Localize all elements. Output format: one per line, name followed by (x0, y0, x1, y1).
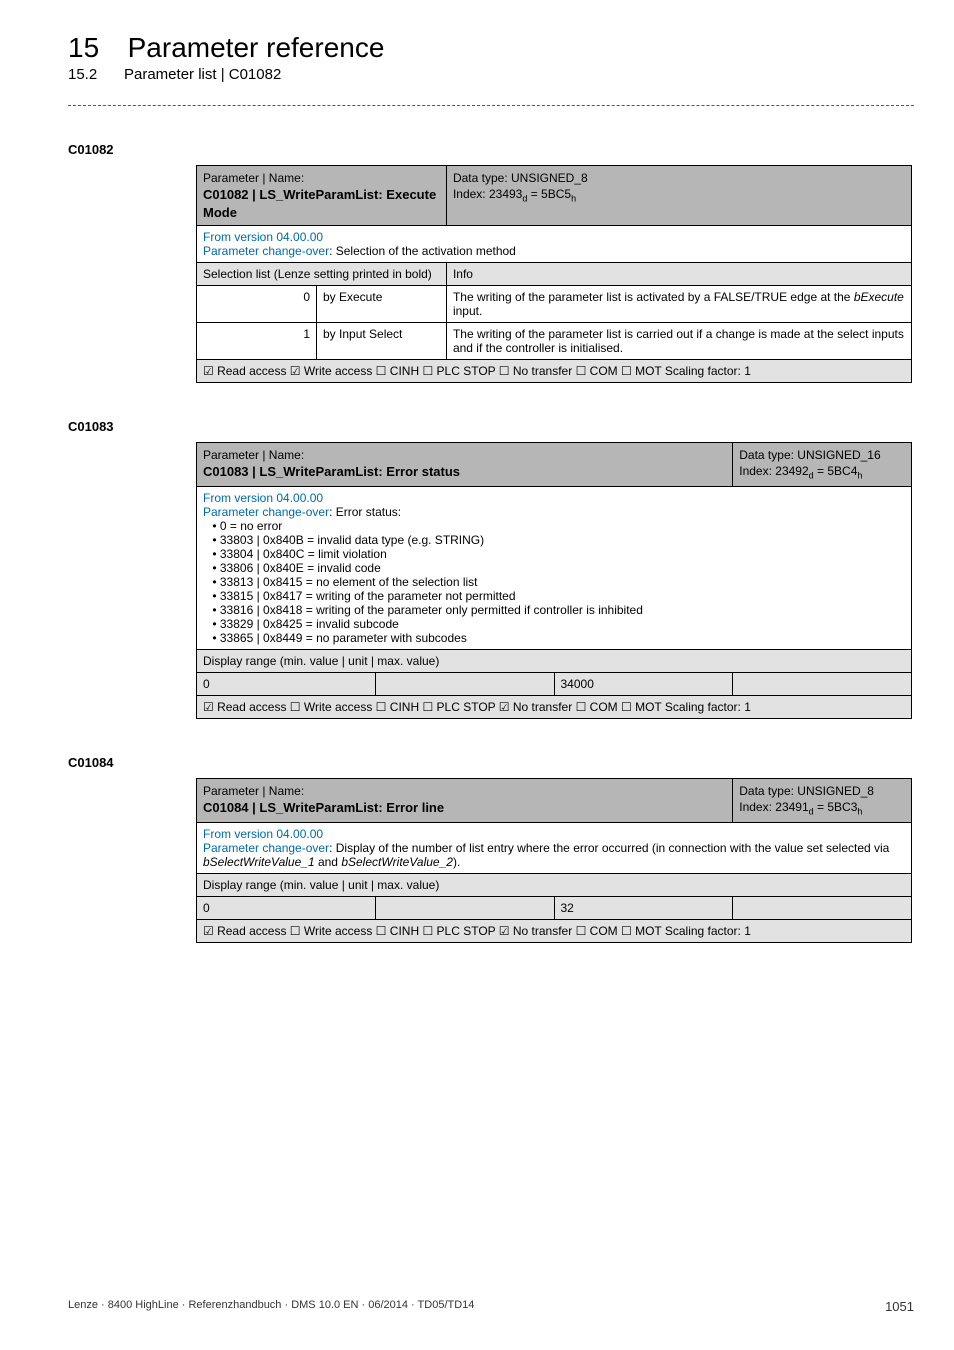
table-c01082: Parameter | Name: C01082 | LS_WriteParam… (196, 165, 912, 383)
param-label: Parameter | Name: (203, 784, 304, 798)
chapter-title: Parameter reference (128, 32, 385, 63)
pco-link[interactable]: Parameter change-over (203, 244, 329, 258)
table-c01083: Parameter | Name: C01083 | LS_WriteParam… (196, 442, 912, 719)
row-index: 1 (197, 323, 317, 360)
data-index: Index: 23491d = 5BC3h (739, 800, 862, 814)
max-value: 34000 (554, 673, 733, 696)
blank-cell (733, 673, 912, 696)
pco-text: : Error status: (329, 505, 401, 519)
blank-cell (733, 896, 912, 919)
max-value: 32 (554, 896, 733, 919)
from-version: From version 04.00.00 (203, 230, 323, 244)
data-type: Data type: UNSIGNED_8 (453, 171, 588, 185)
pco-link[interactable]: Parameter change-over (203, 505, 329, 519)
display-range-header: Display range (min. value | unit | max. … (197, 650, 912, 673)
param-name: C01082 | LS_WriteParamList: Execute Mode (203, 187, 436, 220)
unit-value (375, 896, 554, 919)
info-header: Info (446, 263, 911, 286)
pco-text: : Selection of the activation method (329, 244, 516, 258)
param-heading-c01084: C01084 (68, 755, 914, 770)
section-title: Parameter list | C01082 (124, 66, 281, 83)
min-value: 0 (197, 896, 376, 919)
param-label: Parameter | Name: (203, 448, 304, 462)
pco-link[interactable]: Parameter change-over (203, 841, 329, 855)
footer-text: Lenze · 8400 HighLine · Referenzhandbuch… (68, 1299, 474, 1314)
data-type: Data type: UNSIGNED_16 (739, 448, 880, 462)
from-version: From version 04.00.00 (203, 491, 323, 505)
param-heading-c01083: C01083 (68, 419, 914, 434)
from-version: From version 04.00.00 (203, 827, 323, 841)
access-footer: ☑ Read access ☑ Write access ☐ CINH ☐ PL… (197, 360, 912, 383)
data-index: Index: 23492d = 5BC4h (739, 464, 862, 478)
bullet: • 33829 | 0x8425 = invalid subcode (209, 617, 905, 631)
bullet: • 0 = no error (209, 519, 905, 533)
bullet: • 33816 | 0x8418 = writing of the parame… (209, 603, 905, 617)
param-label: Parameter | Name: (203, 171, 304, 185)
data-type: Data type: UNSIGNED_8 (739, 784, 874, 798)
param-name: C01083 | LS_WriteParamList: Error status (203, 464, 460, 479)
access-footer: ☑ Read access ☐ Write access ☐ CINH ☐ PL… (197, 919, 912, 942)
section-number: 15.2 (68, 66, 124, 83)
param-name: C01084 | LS_WriteParamList: Error line (203, 800, 444, 815)
bullet: • 33815 | 0x8417 = writing of the parame… (209, 589, 905, 603)
bullet: • 33804 | 0x840C = limit violation (209, 547, 905, 561)
chapter-number: 15 (68, 32, 124, 64)
display-range-header: Display range (min. value | unit | max. … (197, 873, 912, 896)
row-index: 0 (197, 286, 317, 323)
unit-value (375, 673, 554, 696)
row-value: by Execute (317, 286, 447, 323)
bullet: • 33806 | 0x840E = invalid code (209, 561, 905, 575)
selection-list-header: Selection list (Lenze setting printed in… (197, 263, 447, 286)
table-c01084: Parameter | Name: C01084 | LS_WriteParam… (196, 778, 912, 943)
min-value: 0 (197, 673, 376, 696)
bullet: • 33803 | 0x840B = invalid data type (e.… (209, 533, 905, 547)
bullet: • 33813 | 0x8415 = no element of the sel… (209, 575, 905, 589)
divider (68, 105, 914, 106)
param-heading-c01082: C01082 (68, 142, 914, 157)
row-value: by Input Select (317, 323, 447, 360)
page-number: 1051 (885, 1299, 914, 1314)
access-footer: ☑ Read access ☐ Write access ☐ CINH ☐ PL… (197, 696, 912, 719)
row-info: The writing of the parameter list is act… (446, 286, 911, 323)
row-info: The writing of the parameter list is car… (446, 323, 911, 360)
data-index: Index: 23493d = 5BC5h (453, 187, 576, 201)
bullet: • 33865 | 0x8449 = no parameter with sub… (209, 631, 905, 645)
